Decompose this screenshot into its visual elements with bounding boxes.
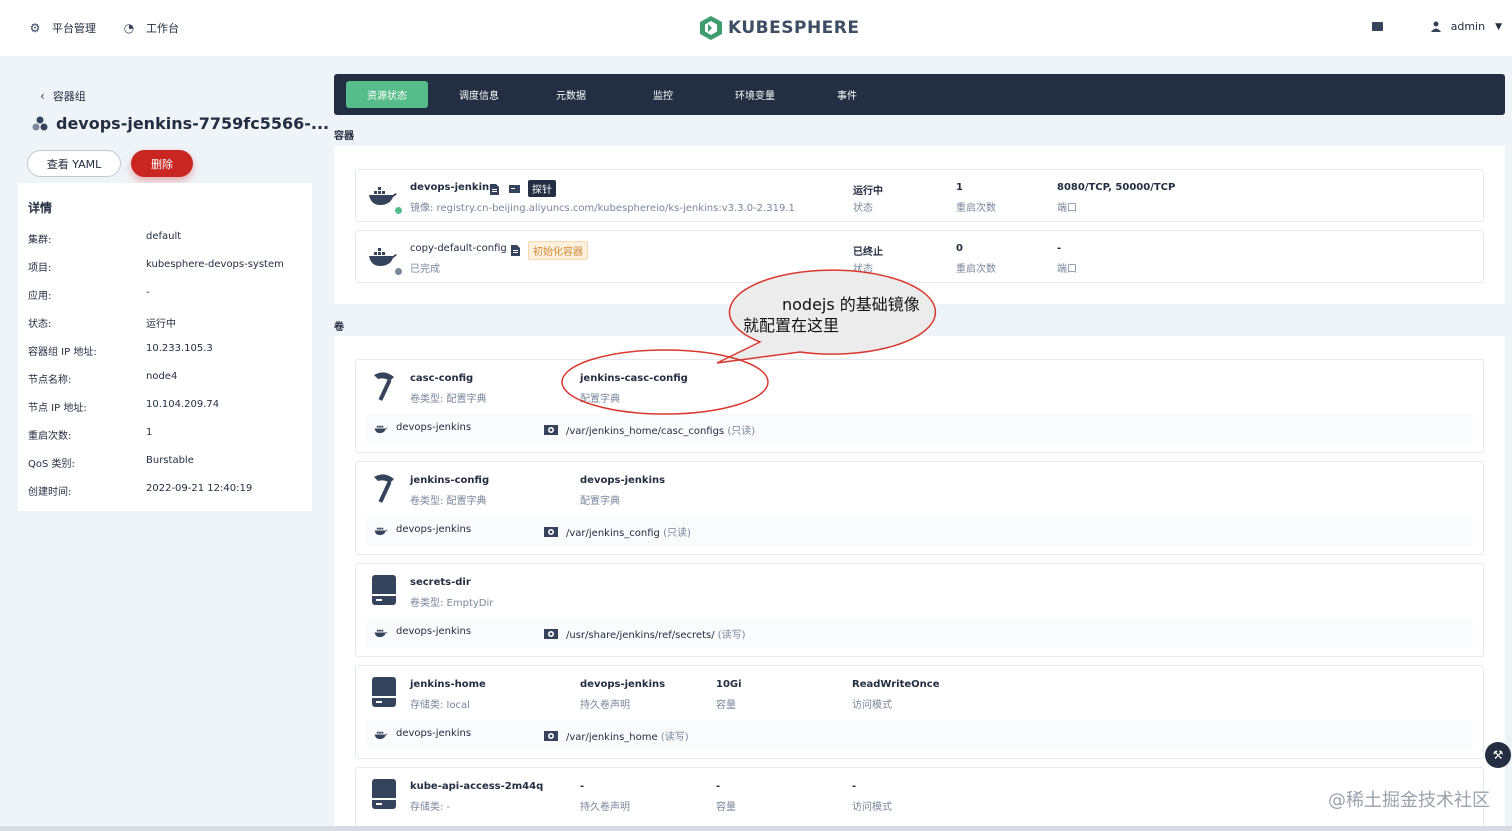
- callout-text-line2: 就配置在这里: [743, 316, 840, 335]
- highlight-ellipse: [561, 349, 769, 415]
- callout-text-line1: nodejs 的基础镜像: [782, 295, 920, 314]
- tool-icon[interactable]: ⚒: [1485, 742, 1511, 768]
- horizontal-scrollbar[interactable]: [0, 826, 1512, 831]
- annotation-overlay: [561, 269, 937, 415]
- watermark: @稀土掘金技术社区: [1328, 790, 1490, 811]
